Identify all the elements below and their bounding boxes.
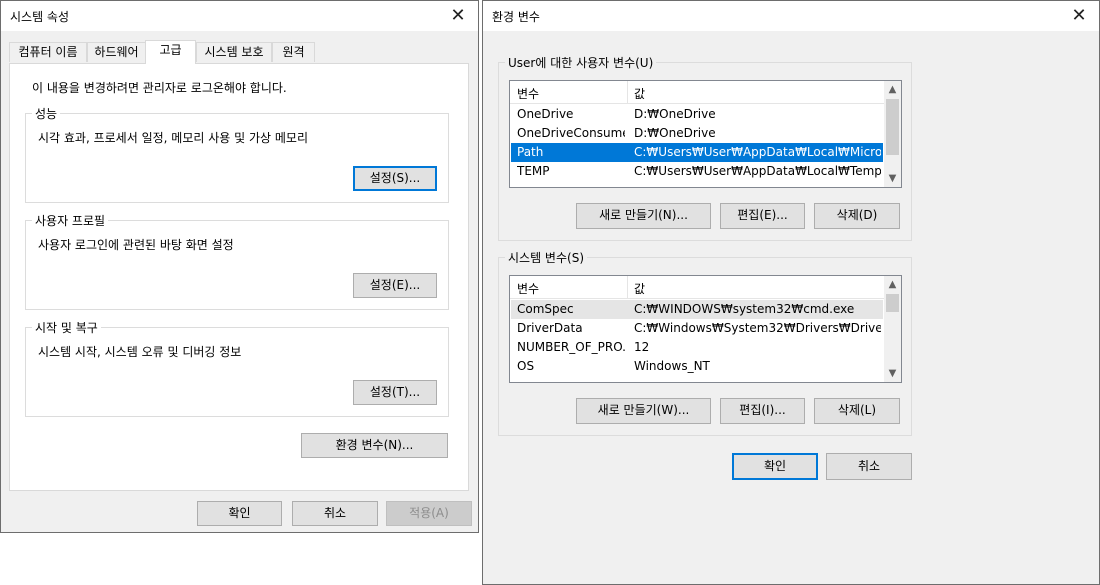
tab-computer-name[interactable]: 컴퓨터 이름 <box>9 42 87 62</box>
apply-button[interactable]: 적용(A) <box>386 501 472 526</box>
system-variables-label: 시스템 변수(S) <box>505 249 587 266</box>
user-edit-button[interactable]: 편집(E)... <box>720 203 805 229</box>
list-item[interactable]: OneDriveConsumer D:₩OneDrive <box>511 124 883 143</box>
scrollbar-thumb[interactable] <box>886 294 899 312</box>
tab-advanced[interactable]: 고급 <box>145 40 196 64</box>
system-edit-button[interactable]: 편집(I)... <box>720 398 805 424</box>
user-profile-label: 사용자 프로필 <box>32 212 109 229</box>
variable-value: D:₩OneDrive <box>634 126 716 140</box>
variable-value: C:₩Users₩User₩AppData₩Local₩Temp <box>634 164 881 178</box>
column-value[interactable]: 값 <box>634 280 645 297</box>
chevron-down-icon[interactable]: ▼ <box>884 365 901 382</box>
list-item[interactable]: OS Windows_NT <box>511 357 883 376</box>
list-header: 변수 값 <box>510 276 884 299</box>
variable-value: 12 <box>634 340 650 354</box>
variable-value: C:₩WINDOWS₩system32₩cmd.exe <box>634 302 855 316</box>
variable-name: OS <box>517 359 535 373</box>
list-item[interactable]: ComSpec C:₩WINDOWS₩system32₩cmd.exe <box>511 300 883 319</box>
title-bar: 시스템 속성 ✕ <box>1 1 478 31</box>
tab-remote[interactable]: 원격 <box>272 42 315 62</box>
system-variables-list[interactable]: 변수 값 ComSpec C:₩WINDOWS₩system32₩cmd.exe… <box>509 275 902 383</box>
tab-hardware[interactable]: 하드웨어 <box>87 42 146 62</box>
environment-variables-button[interactable]: 환경 변수(N)... <box>301 433 448 458</box>
user-delete-button[interactable]: 삭제(D) <box>814 203 900 229</box>
performance-group: 성능 시각 효과, 프로세서 일정, 메모리 사용 및 가상 메모리 설정(S)… <box>25 105 449 203</box>
variable-name: TEMP <box>517 164 550 178</box>
column-value[interactable]: 값 <box>634 85 645 102</box>
startup-recovery-settings-button[interactable]: 설정(T)... <box>353 380 437 405</box>
admin-note: 이 내용을 변경하려면 관리자로 로그온해야 합니다. <box>32 81 287 95</box>
column-variable[interactable]: 변수 <box>517 85 539 102</box>
variable-name: OneDriveConsumer <box>517 126 625 140</box>
variable-value: C:₩Windows₩System32₩Drivers₩DriverData <box>634 321 881 335</box>
environment-variables-window: 환경 변수 ✕ User에 대한 사용자 변수(U) 변수 값 OneDrive… <box>482 0 1100 585</box>
startup-recovery-desc: 시스템 시작, 시스템 오류 및 디버깅 정보 <box>38 345 242 359</box>
user-profile-settings-button[interactable]: 설정(E)... <box>353 273 437 298</box>
chevron-down-icon[interactable]: ▼ <box>884 170 901 187</box>
list-item[interactable]: TEMP C:₩Users₩User₩AppData₩Local₩Temp <box>511 162 883 181</box>
list-item[interactable]: NUMBER_OF_PRO... 12 <box>511 338 883 357</box>
close-icon[interactable]: ✕ <box>1059 1 1099 31</box>
variable-name: NUMBER_OF_PRO... <box>517 340 625 354</box>
env-title-bar: 환경 변수 ✕ <box>483 1 1099 31</box>
user-variables-list[interactable]: 변수 값 OneDrive D:₩OneDrive OneDriveConsum… <box>509 80 902 188</box>
performance-label: 성능 <box>32 105 61 122</box>
list-item[interactable]: OneDrive D:₩OneDrive <box>511 105 883 124</box>
variable-value: Windows_NT <box>634 359 710 373</box>
list-header: 변수 값 <box>510 81 884 104</box>
user-variables-label: User에 대한 사용자 변수(U) <box>505 54 657 71</box>
chevron-up-icon[interactable]: ▲ <box>884 81 901 98</box>
advanced-tab-panel: 이 내용을 변경하려면 관리자로 로그온해야 합니다. 성능 시각 효과, 프로… <box>9 63 469 491</box>
env-window-title: 환경 변수 <box>492 10 540 24</box>
system-variables-group: 시스템 변수(S) 변수 값 ComSpec C:₩WINDOWS₩system… <box>498 249 912 436</box>
user-profile-desc: 사용자 로그인에 관련된 바탕 화면 설정 <box>38 238 234 252</box>
tab-system-protection[interactable]: 시스템 보호 <box>196 42 272 62</box>
system-properties-window: 시스템 속성 ✕ 컴퓨터 이름 하드웨어 고급 시스템 보호 원격 이 내용을 … <box>0 0 479 533</box>
column-divider[interactable] <box>627 81 628 103</box>
startup-recovery-group: 시작 및 복구 시스템 시작, 시스템 오류 및 디버깅 정보 설정(T)... <box>25 319 449 417</box>
column-variable[interactable]: 변수 <box>517 280 539 297</box>
close-icon[interactable]: ✕ <box>438 1 478 31</box>
column-divider[interactable] <box>627 276 628 298</box>
startup-recovery-label: 시작 및 복구 <box>32 319 101 336</box>
window-title: 시스템 속성 <box>10 10 70 24</box>
ok-button[interactable]: 확인 <box>197 501 282 526</box>
chevron-up-icon[interactable]: ▲ <box>884 276 901 293</box>
list-item[interactable]: DriverData C:₩Windows₩System32₩Drivers₩D… <box>511 319 883 338</box>
variable-name: OneDrive <box>517 107 574 121</box>
user-profile-group: 사용자 프로필 사용자 로그인에 관련된 바탕 화면 설정 설정(E)... <box>25 212 449 310</box>
list-item-selected[interactable]: Path C:₩Users₩User₩AppData₩Local₩Microso… <box>511 143 883 162</box>
variable-value: D:₩OneDrive <box>634 107 716 121</box>
vertical-scrollbar[interactable]: ▲ ▼ <box>884 81 901 187</box>
performance-settings-button[interactable]: 설정(S)... <box>353 166 437 191</box>
scrollbar-thumb[interactable] <box>886 99 899 155</box>
system-delete-button[interactable]: 삭제(L) <box>814 398 900 424</box>
user-new-button[interactable]: 새로 만들기(N)... <box>576 203 711 229</box>
env-ok-button[interactable]: 확인 <box>732 453 818 480</box>
variable-value: C:₩Users₩User₩AppData₩Local₩Microsoft... <box>634 145 881 159</box>
system-new-button[interactable]: 새로 만들기(W)... <box>576 398 711 424</box>
user-variables-group: User에 대한 사용자 변수(U) 변수 값 OneDrive D:₩OneD… <box>498 54 912 241</box>
variable-name: Path <box>517 145 544 159</box>
vertical-scrollbar[interactable]: ▲ ▼ <box>884 276 901 382</box>
variable-name: ComSpec <box>517 302 574 316</box>
variable-name: DriverData <box>517 321 583 335</box>
performance-desc: 시각 효과, 프로세서 일정, 메모리 사용 및 가상 메모리 <box>38 131 308 145</box>
env-cancel-button[interactable]: 취소 <box>826 453 912 480</box>
cancel-button[interactable]: 취소 <box>292 501 378 526</box>
